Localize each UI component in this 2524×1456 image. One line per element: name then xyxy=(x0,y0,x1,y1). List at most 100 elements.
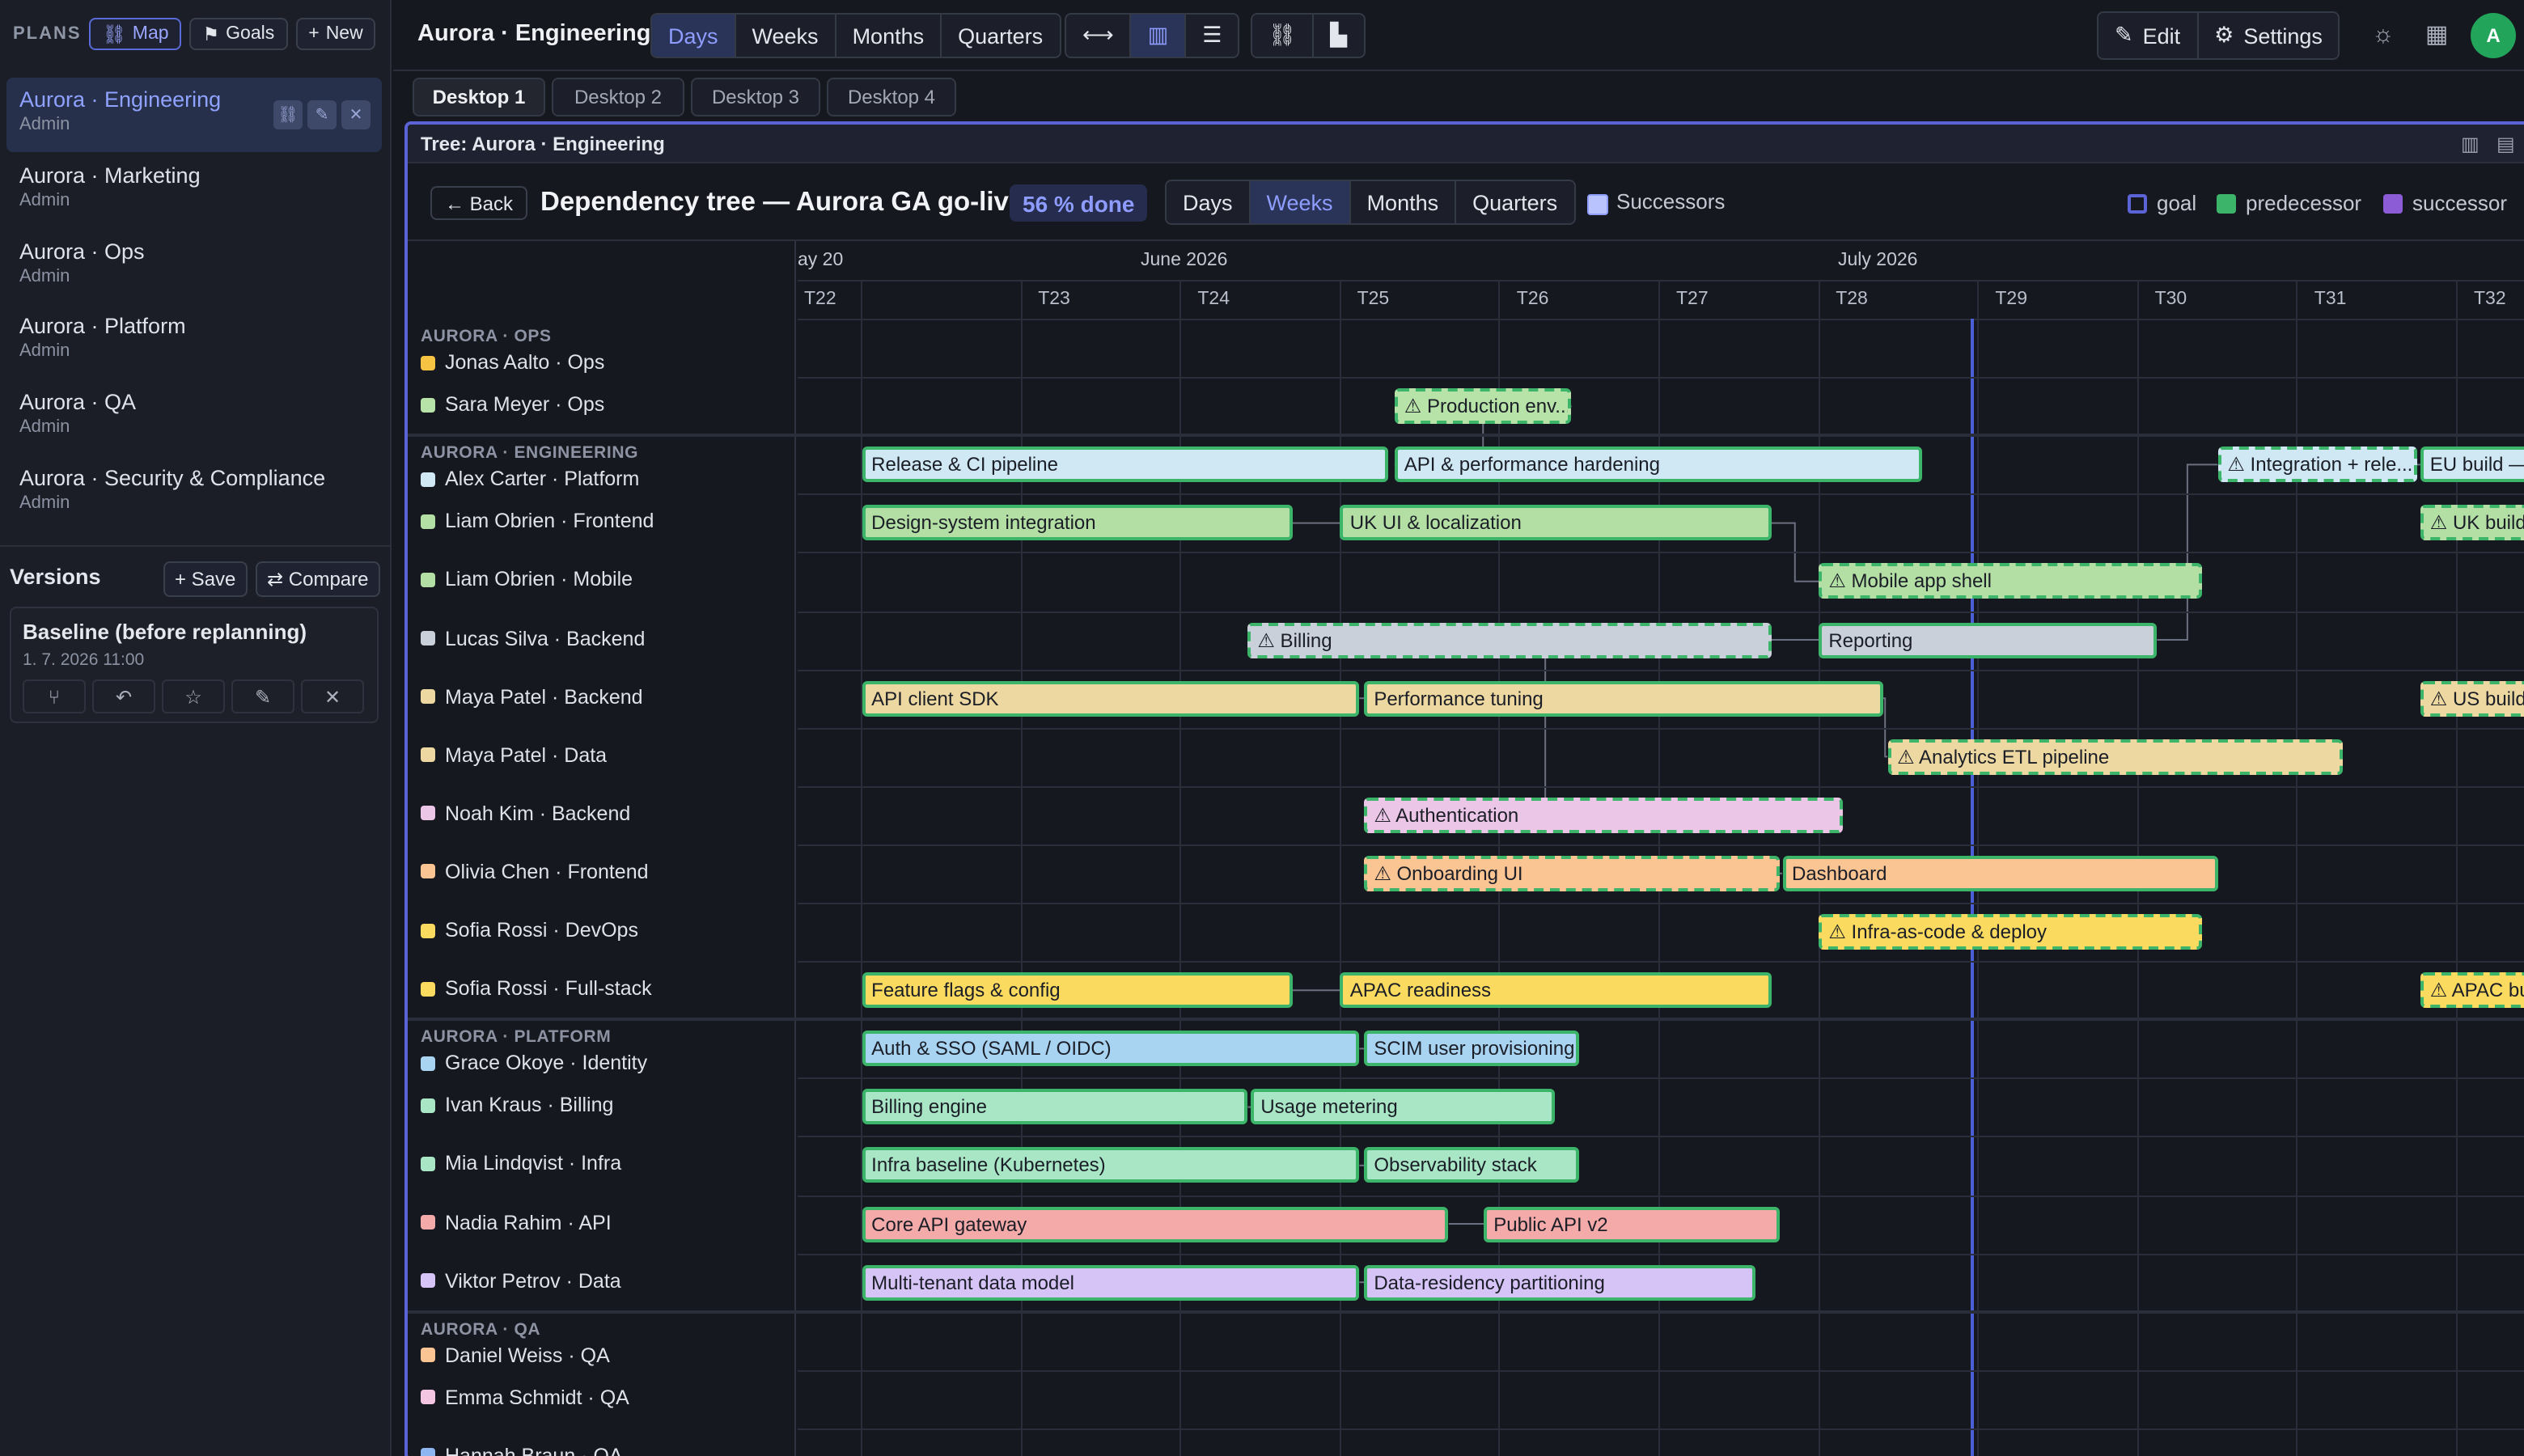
tab-desktop-3[interactable]: Desktop 3 xyxy=(691,78,820,116)
lane-label: Mia Lindqvist · Infra xyxy=(421,1153,621,1175)
task-bar[interactable]: ⚠ Infra-as-code & deploy xyxy=(1819,914,2202,950)
task-bar[interactable]: Performance tuning xyxy=(1364,680,1883,717)
plan-name: Aurora · QA xyxy=(19,390,137,414)
scale-months-button[interactable]: Months xyxy=(836,15,942,57)
tools-switch: ⛓ ▙ xyxy=(1251,13,1366,58)
merge-icon[interactable]: ⑂ xyxy=(23,679,86,713)
task-bar[interactable]: ⚠ Analytics ETL pipeline xyxy=(1887,739,2343,775)
sun-icon[interactable]: ☼ xyxy=(2372,21,2395,49)
task-bar[interactable]: Dashboard xyxy=(1782,855,2218,891)
close-icon[interactable]: ✕ xyxy=(301,679,364,713)
plan-item-ops[interactable]: Aurora · Ops Admin xyxy=(6,230,382,304)
edit-button[interactable]: ✎ Edit xyxy=(2098,13,2199,58)
plan-item-marketing[interactable]: Aurora · Marketing Admin xyxy=(6,154,382,228)
apps-grid-icon[interactable]: ▦ xyxy=(2425,19,2448,49)
lane-name: Sofia Rossi · DevOps xyxy=(445,919,638,942)
lane-label: Maya Patel · Backend xyxy=(421,685,643,708)
back-button[interactable]: ← Back xyxy=(430,186,528,220)
task-bar[interactable]: Design-system integration xyxy=(862,505,1293,541)
split-view-icon[interactable]: ▥ xyxy=(2461,133,2484,155)
tab-desktop-4[interactable]: Desktop 4 xyxy=(827,78,956,116)
task-bar[interactable]: SCIM user provisioning xyxy=(1364,1031,1580,1067)
sidebar-toolbar: PLANS ⛓ Map ⚑ Goals + New xyxy=(13,16,377,52)
plan-item-engineering[interactable]: Aurora · Engineering Admin ⛓ ✎ ✕ xyxy=(6,78,382,152)
task-bar[interactable]: API & performance hardening xyxy=(1394,447,1923,483)
task-bar[interactable]: ⚠ APAC build — localization xyxy=(2420,972,2524,1009)
scale-days-button[interactable]: Days xyxy=(652,15,736,57)
task-bar[interactable]: Feature flags & config xyxy=(862,972,1293,1009)
scale-quarters-button[interactable]: Quarters xyxy=(942,15,1059,57)
task-bar[interactable]: Auth & SSO (SAML / OIDC) xyxy=(862,1031,1360,1067)
map-button[interactable]: ⛓ Map xyxy=(89,18,182,50)
tab-desktop-2[interactable]: Desktop 2 xyxy=(552,78,684,116)
tree-panel: Tree: Aurora · Engineering ▥ ▤ ← Back De… xyxy=(404,121,2524,1456)
divider xyxy=(0,545,392,547)
tree-scale-months-button[interactable]: Months xyxy=(1351,181,1457,223)
plan-item-platform[interactable]: Aurora · Platform Admin xyxy=(6,304,382,379)
edit-icon[interactable]: ✎ xyxy=(307,100,337,129)
link-icon[interactable]: ⛓ xyxy=(1252,15,1315,57)
page-title: Aurora · Engineering xyxy=(417,21,651,47)
task-bar[interactable]: ⚠ Authentication xyxy=(1364,797,1843,833)
lane-line xyxy=(798,727,2524,730)
successors-checkbox[interactable] xyxy=(1587,194,1608,215)
plan-name: Aurora · Security & Compliance xyxy=(19,466,326,490)
task-bar[interactable]: ⚠ UK build — localization xyxy=(2420,505,2524,541)
task-bar[interactable]: Release & CI pipeline xyxy=(862,447,1388,483)
task-bar[interactable]: API client SDK xyxy=(862,680,1360,717)
save-version-button[interactable]: + Save xyxy=(163,561,248,597)
task-bar[interactable]: ⚠ Production env... xyxy=(1394,388,1572,425)
edit-label: Edit xyxy=(2142,23,2181,48)
edit-icon[interactable]: ✎ xyxy=(231,679,294,713)
lane-line xyxy=(798,844,2524,846)
lane-color-swatch xyxy=(421,1448,435,1456)
undo-icon[interactable]: ↶ xyxy=(92,679,155,713)
compare-button[interactable]: ⇄ Compare xyxy=(256,561,380,597)
plan-name: Aurora · Platform xyxy=(19,314,186,338)
week-label: T28 xyxy=(1836,290,1868,309)
task-bar[interactable]: UK UI & localization xyxy=(1340,505,1772,541)
week-label: T31 xyxy=(2314,290,2347,309)
task-bar[interactable]: Multi-tenant data model xyxy=(862,1264,1360,1301)
lane-labels: AURORA · OPS Jonas Aalto · Ops Sara Meyer … xyxy=(408,241,796,1456)
task-bar[interactable]: APAC readiness xyxy=(1340,972,1772,1009)
group-separator xyxy=(408,1018,2524,1022)
lane-line xyxy=(798,1369,2524,1372)
close-icon[interactable]: ✕ xyxy=(341,100,371,129)
task-bar[interactable]: Reporting xyxy=(1819,622,2158,658)
task-bar[interactable]: Billing engine xyxy=(862,1089,1248,1125)
task-bar[interactable]: Public API v2 xyxy=(1484,1206,1780,1242)
task-bar[interactable]: ⚠ Integration + rele... xyxy=(2217,447,2417,483)
task-bar[interactable]: Data-residency partitioning xyxy=(1364,1264,1755,1301)
task-bar[interactable]: ⚠ Mobile app shell xyxy=(1819,563,2202,599)
tab-desktop-1[interactable]: Desktop 1 xyxy=(413,78,545,116)
link-icon[interactable]: ⛓ xyxy=(273,100,303,129)
columns-icon[interactable]: ▥ xyxy=(1131,15,1187,57)
plan-item-qa[interactable]: Aurora · QA Admin xyxy=(6,380,382,455)
plan-role: Admin xyxy=(19,493,70,513)
avatar[interactable]: A xyxy=(2471,13,2516,58)
task-bar[interactable]: ⚠ Onboarding UI xyxy=(1364,855,1780,891)
task-bar[interactable]: EU build — localization xyxy=(2420,447,2524,483)
star-icon[interactable]: ☆ xyxy=(162,679,225,713)
task-bar[interactable]: Usage metering xyxy=(1251,1089,1556,1125)
chart-icon[interactable]: ▙ xyxy=(1314,15,1363,57)
fit-width-icon[interactable]: ⟷ xyxy=(1066,15,1132,57)
task-bar[interactable]: Infra baseline (Kubernetes) xyxy=(862,1147,1360,1183)
plan-item-security[interactable]: Aurora · Security & Compliance Admin xyxy=(6,456,382,531)
tree-scale-quarters-button[interactable]: Quarters xyxy=(1456,181,1573,223)
stack-view-icon[interactable]: ▤ xyxy=(2496,133,2519,155)
link-icon: ⛓ xyxy=(102,26,126,45)
tree-scale-weeks-button[interactable]: Weeks xyxy=(1250,181,1351,223)
task-bar[interactable]: Core API gateway xyxy=(862,1206,1449,1242)
goals-button[interactable]: ⚑ Goals xyxy=(189,18,288,50)
tree-scale-days-button[interactable]: Days xyxy=(1167,181,1251,223)
task-bar[interactable]: ⚠ US build — localization xyxy=(2420,680,2524,717)
task-bar[interactable]: Observability stack xyxy=(1364,1147,1580,1183)
new-plan-button[interactable]: + New xyxy=(295,18,376,50)
settings-button[interactable]: ⚙ Settings xyxy=(2198,13,2339,58)
version-card[interactable]: Baseline (before replanning) 1. 7. 2026 … xyxy=(10,607,379,723)
task-bar[interactable]: ⚠ Billing xyxy=(1247,622,1772,658)
rows-icon[interactable]: ☰ xyxy=(1186,15,1238,57)
scale-weeks-button[interactable]: Weeks xyxy=(736,15,836,57)
